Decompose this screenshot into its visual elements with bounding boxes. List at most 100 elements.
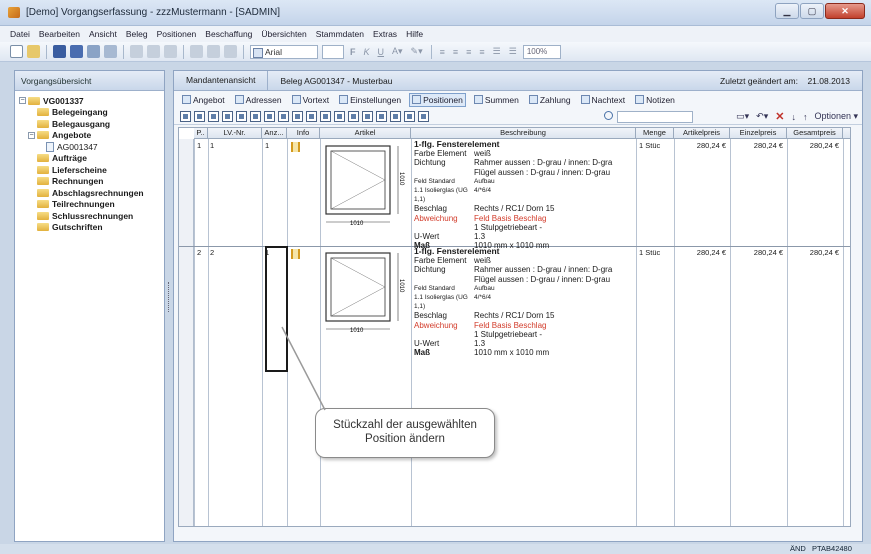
- save-icon[interactable]: [53, 45, 66, 58]
- open-icon[interactable]: [27, 45, 40, 58]
- grid-position-icon[interactable]: [222, 110, 233, 122]
- window-drawing[interactable]: 10101010: [322, 249, 410, 337]
- tree-node[interactable]: Aufträge: [19, 153, 160, 165]
- zoom-select[interactable]: 100%: [522, 44, 561, 59]
- tree-node[interactable]: Belegausgang: [19, 118, 160, 130]
- save-all-icon[interactable]: [70, 45, 83, 58]
- tree-node[interactable]: Schlussrechnungen: [19, 210, 160, 222]
- font-select[interactable]: Arial: [250, 44, 318, 59]
- sash-position-icon[interactable]: [292, 110, 303, 122]
- window-position-icon[interactable]: [236, 110, 247, 122]
- search-input[interactable]: [617, 111, 693, 123]
- col-header-artikel[interactable]: Artikel: [320, 128, 411, 139]
- section-button-positionen[interactable]: Positionen: [409, 92, 466, 107]
- highlight-button[interactable]: ✎▾: [409, 46, 425, 57]
- tree-node[interactable]: Lieferscheine: [19, 164, 160, 176]
- col-header-gesamtpreis[interactable]: Gesamtpreis: [787, 128, 843, 139]
- new-doc-icon[interactable]: ▭▾: [736, 111, 749, 122]
- bold-button[interactable]: F: [348, 47, 358, 57]
- fitting-position-icon[interactable]: [334, 110, 345, 122]
- options-button[interactable]: Optionen ▾: [814, 111, 858, 122]
- collapse-toggle-icon[interactable]: −: [19, 97, 26, 105]
- menu-beschaffung[interactable]: Beschaffung: [205, 29, 252, 39]
- delete-icon[interactable]: ✕: [775, 110, 784, 123]
- copy-icon[interactable]: [147, 45, 160, 58]
- col-header-beschreibung[interactable]: Beschreibung: [411, 128, 636, 139]
- sum-position-icon[interactable]: [208, 110, 219, 122]
- element-position-icon[interactable]: [264, 110, 275, 122]
- font-color-button[interactable]: A▾: [390, 46, 405, 57]
- close-button[interactable]: ✕: [825, 3, 865, 19]
- menu-uebersichten[interactable]: Übersichten: [261, 29, 306, 39]
- paste-icon[interactable]: [164, 45, 177, 58]
- col-header-p[interactable]: P..: [194, 128, 208, 139]
- col-header-info[interactable]: Info: [287, 128, 320, 139]
- align-left-icon[interactable]: ≡: [438, 47, 447, 57]
- format-icon[interactable]: [224, 45, 237, 58]
- tree-node[interactable]: AG001347: [19, 141, 160, 153]
- menu-stammdaten[interactable]: Stammdaten: [316, 29, 364, 39]
- menu-extras[interactable]: Extras: [373, 29, 397, 39]
- tree-node[interactable]: − VG001337: [19, 95, 160, 107]
- search-icon[interactable]: [604, 111, 613, 120]
- italic-button[interactable]: K: [362, 47, 372, 57]
- bullet-list-icon[interactable]: ☰: [491, 46, 503, 57]
- info-icon[interactable]: [291, 249, 300, 259]
- align-center-icon[interactable]: ≡: [451, 47, 460, 57]
- tree-node[interactable]: Belegeingang: [19, 107, 160, 119]
- section-button-einstellungen[interactable]: Einstellungen: [337, 94, 403, 106]
- tree-node[interactable]: Gutschriften: [19, 222, 160, 234]
- move-up-icon[interactable]: ↑: [803, 112, 808, 122]
- tree-node[interactable]: Abschlagsrechnungen: [19, 187, 160, 199]
- minimize-button[interactable]: ▁: [775, 3, 799, 19]
- print-preview-icon[interactable]: [104, 45, 117, 58]
- print-icon[interactable]: [87, 45, 100, 58]
- numbered-list-icon[interactable]: ☰: [507, 46, 519, 57]
- section-button-zahlung[interactable]: Zahlung: [527, 94, 573, 106]
- menu-beleg[interactable]: Beleg: [126, 29, 148, 39]
- underline-button[interactable]: U: [376, 47, 387, 57]
- splitter-handle[interactable]: [165, 70, 173, 542]
- cell-anzahl[interactable]: 1: [265, 141, 269, 150]
- font-size-select[interactable]: [322, 44, 344, 59]
- window-drawing[interactable]: 10101010: [322, 142, 410, 230]
- menu-positionen[interactable]: Positionen: [157, 29, 197, 39]
- accessory-position-icon[interactable]: [376, 110, 387, 122]
- tab-mandantenansicht[interactable]: Mandantenansicht: [174, 70, 269, 91]
- undo-icon[interactable]: ↶▾: [756, 111, 768, 122]
- tree-node[interactable]: Teilrechnungen: [19, 199, 160, 211]
- tree-node[interactable]: − Angebote: [19, 130, 160, 142]
- menu-bearbeiten[interactable]: Bearbeiten: [39, 29, 80, 39]
- profile-position-icon[interactable]: [348, 110, 359, 122]
- article-position-icon[interactable]: [404, 110, 415, 122]
- move-down-icon[interactable]: ↓: [791, 112, 796, 122]
- info-icon[interactable]: [291, 142, 300, 152]
- new-position-icon[interactable]: [180, 110, 191, 122]
- section-button-nachtext[interactable]: Nachtext: [579, 94, 628, 106]
- section-button-vortext[interactable]: Vortext: [290, 94, 331, 106]
- find-icon[interactable]: [207, 45, 220, 58]
- blind-position-icon[interactable]: [306, 110, 317, 122]
- menu-datei[interactable]: Datei: [10, 29, 30, 39]
- col-header-artikelpreis[interactable]: Artikelpreis: [674, 128, 730, 139]
- menu-hilfe[interactable]: Hilfe: [406, 29, 423, 39]
- collapse-toggle-icon[interactable]: −: [28, 131, 35, 139]
- section-button-adressen[interactable]: Adressen: [233, 94, 284, 106]
- col-header-menge[interactable]: Menge: [636, 128, 674, 139]
- service-position-icon[interactable]: [390, 110, 401, 122]
- section-button-angebot[interactable]: Angebot: [180, 94, 227, 106]
- menu-ansicht[interactable]: Ansicht: [89, 29, 117, 39]
- spellcheck-icon[interactable]: [190, 45, 203, 58]
- text-position-icon[interactable]: [194, 110, 205, 122]
- group-position-icon[interactable]: [418, 110, 429, 122]
- maximize-button[interactable]: ▢: [800, 3, 824, 19]
- col-header-anzahl[interactable]: Anz...: [262, 128, 287, 139]
- section-button-summen[interactable]: Summen: [472, 94, 521, 106]
- col-header-lvnr[interactable]: LV.-Nr.: [208, 128, 262, 139]
- align-right-icon[interactable]: ≡: [464, 47, 473, 57]
- col-header-einzelpreis[interactable]: Einzelpreis: [730, 128, 787, 139]
- cut-icon[interactable]: [130, 45, 143, 58]
- section-button-notizen[interactable]: Notizen: [633, 94, 677, 106]
- new-icon[interactable]: [10, 45, 23, 58]
- tree-node[interactable]: Rechnungen: [19, 176, 160, 188]
